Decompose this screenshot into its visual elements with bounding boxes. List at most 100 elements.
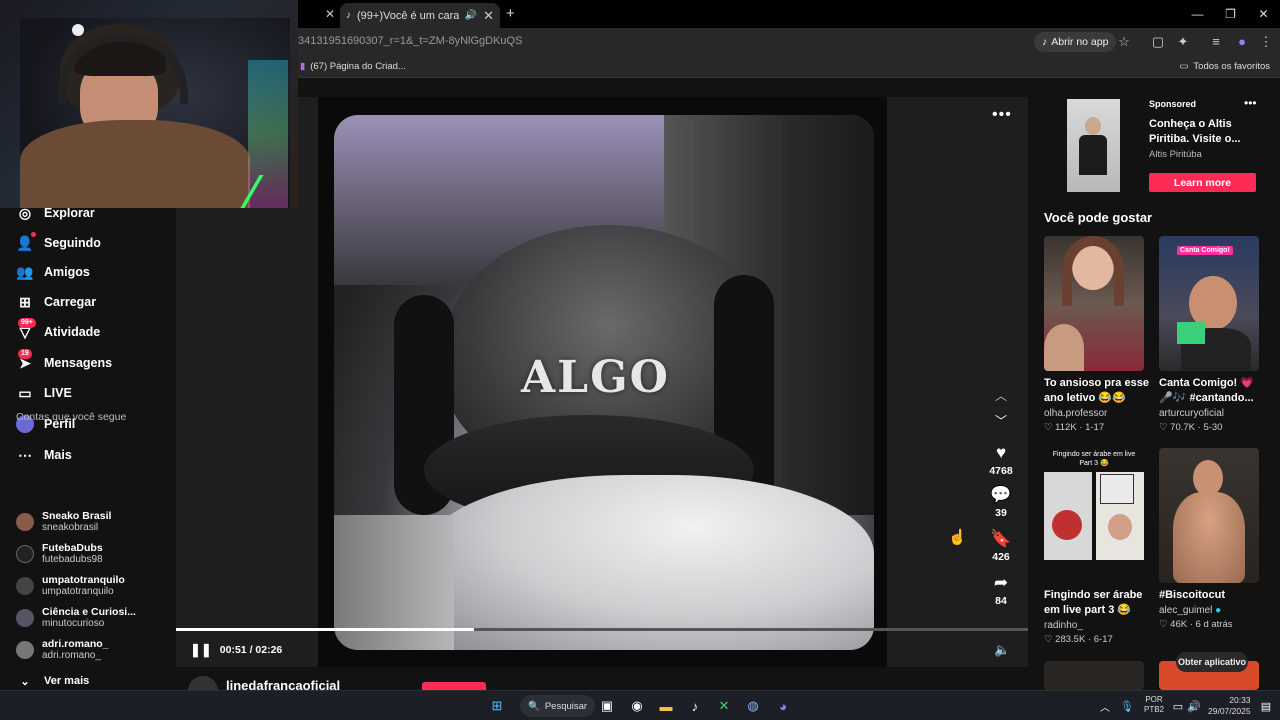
- playback-controls: ❚❚ 00:51 / 02:26: [190, 642, 282, 658]
- speaker-icon[interactable]: 🔊: [465, 10, 477, 21]
- sidebar-item-live[interactable]: ▭ LIVE: [16, 384, 71, 402]
- taskbar-clock[interactable]: 20:33 29/07/2025: [1208, 695, 1251, 717]
- clock-date: 29/07/2025: [1208, 706, 1251, 716]
- discord-icon[interactable]: ◕: [773, 696, 793, 716]
- volume-tray-icon[interactable]: 🔊: [1184, 696, 1204, 716]
- sidebar-item-amigos[interactable]: 👥 Amigos: [16, 263, 90, 281]
- get-app-button[interactable]: Obter aplicativo: [1176, 652, 1248, 672]
- suggestion-title[interactable]: Canta Comigo! 💗 🎤🎶 #cantando...: [1159, 376, 1265, 406]
- microphone-icon[interactable]: 🎙: [1117, 696, 1137, 716]
- tiktok-app-icon[interactable]: ♪: [685, 696, 705, 716]
- language-indicator[interactable]: POR PTB2: [1144, 695, 1164, 715]
- see-more-button[interactable]: ⌄ Ver mais: [16, 672, 89, 690]
- suggestion-thumbnail[interactable]: [1159, 448, 1259, 583]
- open-in-app-button[interactable]: ♪ Abrir no app: [1034, 32, 1117, 52]
- profile-avatar-icon[interactable]: ●: [1234, 34, 1250, 50]
- ad-thumbnail[interactable]: [1067, 99, 1120, 192]
- suggestion-thumbnail[interactable]: Canta Comigo!: [1159, 236, 1259, 371]
- sponsored-label: Sponsored: [1149, 99, 1197, 109]
- windows-start-icon[interactable]: ⊞: [487, 696, 507, 716]
- sidebar-item-seguindo[interactable]: 👤 Seguindo: [16, 232, 101, 252]
- suggestion-author-name: alec_guimel: [1159, 605, 1213, 616]
- suggestion-date: 1-17: [1085, 422, 1105, 433]
- video-overlay-text: ALGO: [521, 352, 670, 403]
- close-tab-icon[interactable]: ✕: [325, 7, 335, 21]
- share-button[interactable]: ➦ 84: [984, 573, 1018, 607]
- steam-icon[interactable]: ◍: [743, 696, 763, 716]
- sidebar-item-atividade[interactable]: ▽ 99+ Atividade: [16, 318, 100, 341]
- suggestion-author[interactable]: radinho_: [1044, 620, 1083, 631]
- ad-title[interactable]: Conheça o Altis Piritiba. Visite o...: [1149, 117, 1254, 147]
- volume-icon[interactable]: 🔈: [994, 642, 1010, 658]
- suggestion-thumbnail[interactable]: [1044, 661, 1144, 690]
- close-window-icon[interactable]: ✕: [1247, 0, 1280, 28]
- sidebar-item-label: Mensagens: [44, 356, 113, 370]
- pause-icon[interactable]: ❚❚: [190, 642, 212, 658]
- suggestion-date: 6-17: [1093, 634, 1113, 645]
- comment-button[interactable]: 💬 39: [984, 485, 1018, 519]
- suggestion-author[interactable]: arturcuryoficial: [1159, 408, 1224, 419]
- avatar: [16, 641, 34, 659]
- sidebar-item-mais[interactable]: ⋯ Mais: [16, 446, 72, 464]
- followed-account[interactable]: umpatotranquilo umpatotranquilo: [16, 574, 125, 598]
- suggestion-author[interactable]: alec_guimel ●: [1159, 605, 1221, 616]
- heart-icon: ♥: [995, 443, 1007, 462]
- task-view-icon[interactable]: ▣: [597, 696, 617, 716]
- account-handle: sneakobrasil: [42, 522, 99, 533]
- suggestion-title[interactable]: Fingindo ser árabe em live part 3 😂: [1044, 588, 1150, 618]
- heart-outline-icon: ♡: [1044, 634, 1053, 645]
- new-tab-icon[interactable]: +: [506, 5, 515, 22]
- extension-icon[interactable]: ▢: [1150, 34, 1166, 50]
- puzzle-icon[interactable]: ✦: [1175, 34, 1191, 50]
- followed-account[interactable]: Sneako Brasil sneakobrasil: [16, 510, 111, 534]
- window-controls: — ❐ ✕: [1181, 0, 1280, 28]
- close-tab-icon[interactable]: ✕: [483, 8, 494, 24]
- chrome-icon[interactable]: ◉: [627, 696, 647, 716]
- sidebar-item-carregar[interactable]: ⊞ Carregar: [16, 293, 96, 311]
- excel-icon[interactable]: ✕: [714, 696, 734, 716]
- followed-account[interactable]: Ciência e Curiosi... minutocurioso: [16, 606, 136, 630]
- star-icon[interactable]: ☆: [1116, 34, 1132, 50]
- suggestion-likes: 112K: [1055, 422, 1077, 433]
- thumbnail-text: Fingindo ser árabe em live Part 3 😂: [1052, 451, 1136, 467]
- suggestion-title[interactable]: To ansioso pra esse ano letivo 😂😂: [1044, 376, 1150, 406]
- chevron-down-icon[interactable]: ﹀: [994, 412, 1008, 429]
- taskbar-search[interactable]: 🔍 Pesquisar: [520, 695, 596, 717]
- menu-dots-icon[interactable]: ⋮: [1258, 34, 1274, 50]
- suggestion-author[interactable]: olha.professor: [1044, 408, 1107, 419]
- save-button[interactable]: 🔖 426: [984, 529, 1018, 563]
- all-favorites-button[interactable]: ▭ Todos os favoritos: [1179, 61, 1270, 72]
- followed-account[interactable]: adri.romano_ adri.romano_: [16, 638, 109, 662]
- progress-fill: [176, 628, 475, 631]
- show-hidden-icons-icon[interactable]: ︿: [1095, 696, 1115, 716]
- bookmark-label: (67) Página do Criad...: [310, 61, 406, 72]
- sidebar-item-mensagens[interactable]: ➤ 19 Mensagens: [16, 349, 113, 372]
- video-more-icon[interactable]: •••: [992, 106, 1012, 124]
- upload-icon: ⊞: [19, 293, 31, 310]
- bookmark-item[interactable]: ▮ (67) Página do Criad...: [300, 61, 406, 72]
- messages-icon: ➤ 19: [18, 349, 32, 371]
- suggestion-thumbnail[interactable]: Fingindo ser árabe em live Part 3 😂: [1044, 448, 1144, 583]
- mouse-cursor-icon: ☝: [948, 529, 967, 546]
- ad-more-icon[interactable]: •••: [1244, 96, 1257, 110]
- media-icon[interactable]: ≡: [1208, 34, 1224, 50]
- suggestion-thumbnail[interactable]: [1044, 236, 1144, 371]
- notifications-icon[interactable]: ▤: [1256, 696, 1276, 716]
- save-count: 426: [992, 551, 1010, 563]
- learn-more-button[interactable]: Learn more: [1149, 173, 1256, 192]
- following-section-title: Contas que você segue: [16, 411, 127, 423]
- suggestion-meta: ♡ 112K · 1-17: [1044, 422, 1105, 433]
- chevron-up-icon[interactable]: ︿: [994, 387, 1008, 404]
- minimize-icon[interactable]: —: [1181, 0, 1214, 28]
- like-button[interactable]: ♥ 4768: [984, 443, 1018, 477]
- url-text[interactable]: 34131951690307_r=1&_t=ZM-8yNlGgDKuQS: [298, 35, 522, 47]
- live-icon: ▭: [18, 384, 32, 401]
- suggestion-title[interactable]: #Biscoitocut: [1159, 588, 1265, 603]
- bookmark-favicon-icon: ▮: [300, 61, 306, 72]
- restore-icon[interactable]: ❐: [1214, 0, 1247, 28]
- followed-account[interactable]: FutebaDubs futebadubs98: [16, 542, 103, 566]
- tab-active[interactable]: ♪ (99+)Você é um cara de SU 🔊 ✕: [340, 3, 500, 28]
- taskbar-search-label: Pesquisar: [544, 700, 588, 712]
- sidebar-item-label: Mais: [44, 448, 72, 462]
- file-explorer-icon[interactable]: ▬: [656, 696, 676, 716]
